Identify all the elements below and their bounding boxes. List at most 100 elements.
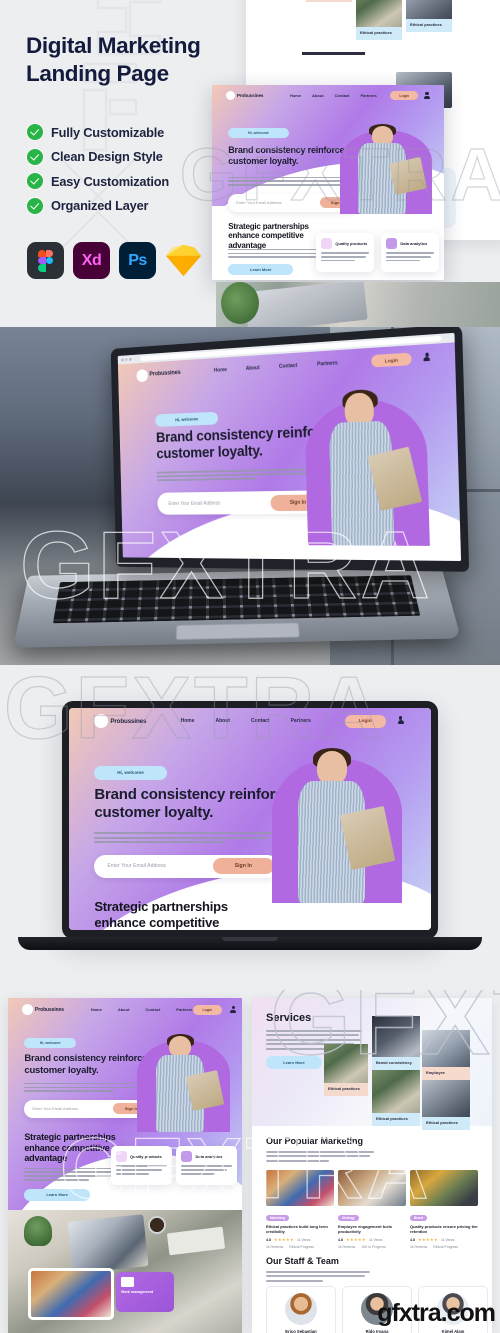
marketing-card-tag: Marketing — [266, 1215, 289, 1221]
feature-card[interactable]: Quality products — [316, 233, 374, 272]
laptop-lid: Probussines Home About Contact Partners … — [111, 327, 470, 572]
nav-item-about[interactable]: About — [118, 1007, 130, 1012]
laptop-screen: Probussines Home About Contact Partners … — [118, 333, 461, 561]
service-card[interactable]: Brand consistency — [372, 1016, 420, 1070]
quality-icon — [116, 1151, 127, 1162]
hero-person-photo — [340, 116, 433, 214]
welcome-badge: Hi, welcome — [24, 1038, 75, 1048]
login-button[interactable]: Login — [193, 1005, 223, 1015]
marketing-card[interactable]: Strategy Employee engagement fuels produ… — [338, 1170, 406, 1249]
marketing-card-title: Ethical practices build long term credib… — [266, 1224, 334, 1234]
preview-thumbnail-front: Probussines Home About Contact Partners … — [212, 85, 444, 280]
laptop-mockup: Probussines Home About Contact Partners … — [18, 701, 482, 963]
title-section: Digital Marketing Landing Page Fully Cus… — [0, 0, 500, 327]
section2-body-copy — [228, 249, 330, 260]
email-input[interactable]: Enter Your Email Address — [168, 500, 220, 506]
view-count: 1k Views — [297, 1238, 311, 1242]
nav-links: Home About Contact Partners — [91, 1007, 193, 1012]
service-card[interactable]: Ethical practices — [372, 1070, 420, 1126]
brand-logo[interactable]: Probussines — [22, 1004, 64, 1015]
adobe-xd-icon: Xd — [73, 242, 110, 279]
user-account-icon[interactable] — [424, 92, 430, 100]
poster-page: Digital Marketing Landing Page Fully Cus… — [0, 0, 500, 1333]
feature-card[interactable]: Data analytics — [176, 1146, 237, 1184]
user-account-icon[interactable] — [230, 1006, 236, 1014]
nav-item-partners[interactable]: Partners — [291, 718, 311, 724]
nav-item-about[interactable]: About — [312, 93, 324, 98]
email-signup-form: Enter Your Email Address Sign In — [24, 1100, 153, 1118]
logo-mark-icon — [94, 714, 108, 728]
email-input[interactable]: Enter Your Email Address — [32, 1106, 77, 1111]
services-learn-more-button[interactable]: Learn More — [266, 1056, 322, 1069]
nav-item-about[interactable]: About — [216, 718, 230, 724]
feature-card[interactable]: Data analytics — [381, 233, 439, 272]
feature-item: Clean Design Style — [27, 149, 169, 165]
rating-value: 4.8 — [410, 1238, 415, 1242]
feature-card[interactable]: Quality products — [111, 1146, 172, 1184]
nav-item-contact[interactable]: Contact — [335, 93, 350, 98]
project-card[interactable]: Work management — [116, 1272, 174, 1312]
email-input[interactable]: Enter Your Email Address — [236, 200, 281, 205]
brand-logo[interactable]: Probussines — [136, 367, 181, 382]
nav-item-partners[interactable]: Partners — [317, 361, 338, 368]
service-card-title: Ethical practices — [376, 1116, 416, 1121]
nav-item-partners[interactable]: Partners — [176, 1007, 192, 1012]
nav-item-home[interactable]: Home — [214, 367, 227, 374]
staff-heading: Our Staff & Team — [266, 1256, 476, 1266]
learn-more-button[interactable]: Learn More — [24, 1189, 90, 1201]
analytics-icon — [181, 1151, 192, 1162]
brand-name: Probussines — [35, 1007, 64, 1013]
feature-card-title: Quality products — [130, 1154, 162, 1159]
service-card[interactable]: Employee — [422, 1030, 470, 1080]
learn-more-button[interactable]: Learn More — [228, 264, 293, 275]
feature-label: Organized Layer — [51, 198, 148, 213]
nav-item-contact[interactable]: Contact — [251, 718, 270, 724]
service-card[interactable]: Ethical practices — [422, 1080, 470, 1130]
laptop-screen: Probussines Home About Contact Partners … — [69, 708, 431, 930]
service-card-title: Ethical practices — [328, 1086, 364, 1091]
staff-name: Rido Irvana — [343, 1329, 411, 1333]
login-button[interactable]: Login — [345, 715, 386, 728]
feature-label: Easy Customization — [51, 174, 169, 189]
rating-value: 4.8 — [266, 1238, 271, 1242]
nav-item-contact[interactable]: Contact — [145, 1007, 160, 1012]
staff-card[interactable]: Erico Sebastian As Staff — [266, 1286, 336, 1333]
nav-item-partners[interactable]: Partners — [361, 93, 377, 98]
check-circle-icon — [27, 149, 43, 165]
laptop-lid: Probussines Home About Contact Partners … — [62, 701, 438, 939]
desk-photo-strip — [216, 282, 500, 327]
login-button[interactable]: Login — [371, 353, 412, 368]
nav-item-home[interactable]: Home — [181, 718, 195, 724]
review-count: 1k Reviews — [410, 1245, 427, 1249]
service-card[interactable]: Ethical practices — [324, 1044, 368, 1096]
nav-item-contact[interactable]: Contact — [279, 363, 297, 370]
marketing-card[interactable]: Marketing Ethical practices build long t… — [266, 1170, 334, 1249]
brand-logo[interactable]: Probussines — [94, 714, 146, 728]
login-button[interactable]: Login — [390, 91, 418, 100]
feature-card-title: Data analytics — [195, 1154, 222, 1159]
hero-person-photo — [137, 1026, 231, 1132]
view-count: 1k Views — [369, 1238, 383, 1242]
review-count: 1k Reviews — [266, 1245, 283, 1249]
feature-item: Easy Customization — [27, 173, 169, 189]
nav-item-about[interactable]: About — [246, 365, 260, 372]
left-page-preview: Probussines Home About Contact Partners … — [8, 998, 242, 1333]
brand-name: Probussines — [110, 718, 146, 725]
nav-item-home[interactable]: Home — [290, 93, 301, 98]
view-count: 1k Views — [441, 1238, 455, 1242]
logo-mark-icon — [226, 91, 235, 100]
email-input[interactable]: Enter Your Email Address — [107, 863, 166, 869]
marketing-card-tag: Brand — [410, 1215, 427, 1221]
signin-button[interactable]: Sign In — [213, 858, 274, 874]
staff-name: Kimel Alam — [419, 1329, 487, 1333]
user-account-icon[interactable] — [424, 353, 433, 364]
check-circle-icon — [27, 198, 43, 214]
brand-logo[interactable]: Probussines — [226, 91, 263, 100]
hero-person-photo — [304, 372, 431, 545]
staff-block: Our Staff & Team — [266, 1256, 476, 1284]
nav-item-home[interactable]: Home — [91, 1007, 102, 1012]
marketing-card[interactable]: Brand Quality products ensure pricing ti… — [410, 1170, 478, 1249]
mini-navbar: Probussines Home About Contact Partners … — [212, 85, 444, 106]
user-account-icon[interactable] — [398, 716, 406, 726]
feature-card-title: Quality products — [335, 241, 367, 246]
